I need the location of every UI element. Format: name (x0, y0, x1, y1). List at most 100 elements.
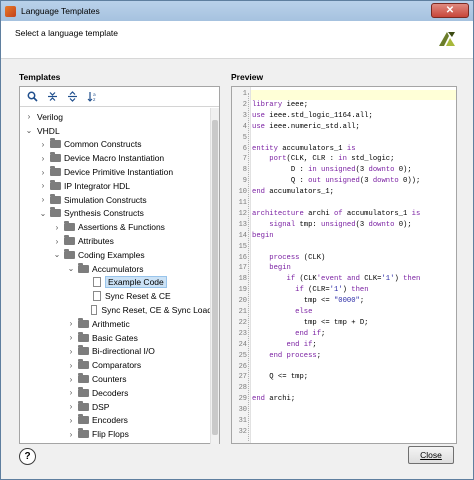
tree-item-label: Coding Examples (78, 249, 145, 260)
folder-icon (64, 221, 75, 232)
chevron-down-icon[interactable]: ⌄ (66, 264, 76, 273)
tree-item-label: Sync Reset, CE & Sync Load (101, 305, 212, 316)
code-string: '1' (329, 286, 343, 295)
tree-item[interactable]: ⌄ Coding Examples (20, 248, 212, 262)
code-line: else (252, 308, 312, 318)
code-keyword: process (269, 253, 300, 262)
line-number: 23 (238, 329, 247, 338)
chevron-right-icon[interactable]: › (52, 237, 62, 246)
tree-item-label: Counters (92, 374, 127, 385)
code-keyword: if (286, 275, 296, 284)
window-close-button[interactable]: ✕ (431, 3, 469, 18)
tree-item[interactable]: › Counters (20, 372, 212, 386)
chevron-right-icon[interactable]: › (66, 333, 76, 342)
chevron-right-icon[interactable]: › (38, 195, 48, 204)
tree-item[interactable]: › DSP (20, 400, 212, 414)
tree-item[interactable]: ⌄ Accumulators (20, 262, 212, 276)
line-number: 26 (238, 362, 247, 371)
tree-item[interactable]: ⌄ VHDL (20, 124, 212, 138)
folder-icon (78, 373, 89, 384)
line-number: 19 (238, 286, 247, 295)
code-line: process (CLK) (252, 254, 325, 264)
tree-item[interactable]: › Attributes (20, 234, 212, 248)
templates-scrollbar[interactable] (210, 108, 219, 444)
templates-tree[interactable]: › Verilog ⌄ VHDL › Common Constructs › Device M… (20, 108, 212, 444)
tree-item[interactable]: › Device Macro Instantiation (20, 151, 212, 165)
language-templates-dialog: Language Templates ✕ Select a language t… (0, 0, 474, 480)
code-line: Q : out unsigned(3 downto 0)); (252, 177, 420, 187)
code-text: (CLR= (303, 286, 330, 295)
tree-item[interactable]: › Simulation Constructs (20, 193, 212, 207)
chevron-right-icon[interactable]: › (38, 168, 48, 177)
code-text: 0)); (398, 177, 421, 186)
folder-icon (64, 235, 75, 246)
chevron-right-icon[interactable]: › (66, 347, 76, 356)
chevron-right-icon[interactable]: › (38, 154, 48, 163)
tree-item[interactable]: › IP Integrator HDL (20, 179, 212, 193)
tree-item[interactable]: Example Code (20, 276, 212, 290)
tree-item-label: Basic Gates (92, 332, 138, 343)
scrollbar-thumb[interactable] (212, 120, 218, 435)
line-number: 17 (238, 264, 247, 273)
chevron-right-icon[interactable]: › (66, 375, 76, 384)
tree-item[interactable]: ⌄ Synthesis Constructs (20, 207, 212, 221)
tree-item-label: Decoders (92, 387, 129, 398)
tree-item[interactable]: › Verilog (20, 110, 212, 124)
chevron-down-icon[interactable]: ⌄ (38, 209, 48, 218)
folder-icon (78, 386, 89, 397)
chevron-right-icon[interactable]: › (66, 402, 76, 411)
code-keyword: end if (286, 340, 313, 349)
code-text: ; (316, 351, 322, 360)
line-number: 32 (238, 427, 247, 436)
line-number: 2 (242, 100, 247, 109)
chevron-right-icon[interactable]: › (24, 112, 34, 121)
help-button[interactable]: ? (19, 448, 36, 465)
code-text: ; (321, 329, 326, 338)
collapse-all-icon[interactable] (44, 89, 61, 104)
tree-item-label: IP Integrator HDL (64, 180, 130, 191)
preview-panel[interactable]: 1 2 library ieee; 3 use ieee.std_logic_1164.… (231, 86, 457, 444)
code-line: end archi; (252, 395, 295, 405)
tree-item[interactable]: › Comparators (20, 358, 212, 372)
code-text: (CLK) (299, 253, 326, 262)
tree-item[interactable]: Sync Reset & CE (20, 289, 212, 303)
code-text: ieee.numeric_std.all; (264, 122, 360, 131)
code-text: accumulators_1 (342, 209, 412, 218)
code-line: tmp <= tmp + D; (252, 319, 369, 329)
chevron-right-icon[interactable]: › (66, 361, 76, 370)
code-text: ; (359, 297, 365, 306)
tree-item[interactable]: › Bi-directional I/O (20, 345, 212, 359)
search-icon[interactable] (24, 89, 41, 104)
templates-label: Templates (19, 72, 61, 82)
tree-item[interactable]: › Decoders (20, 386, 212, 400)
tree-item-label: Device Macro Instantiation (64, 153, 165, 164)
chevron-right-icon[interactable]: › (66, 430, 76, 439)
code-keyword: begin (252, 231, 274, 240)
app-icon (5, 5, 16, 17)
chevron-down-icon[interactable]: ⌄ (24, 126, 34, 135)
title-bar[interactable]: Language Templates ✕ (1, 1, 473, 21)
chevron-right-icon[interactable]: › (66, 416, 76, 425)
code-keyword: unsigned (321, 166, 356, 175)
chevron-right-icon[interactable]: › (66, 388, 76, 397)
code-text: archi; (264, 395, 296, 404)
chevron-down-icon[interactable]: ⌄ (52, 250, 62, 259)
tree-item[interactable]: › Basic Gates (20, 331, 212, 345)
tree-item[interactable]: › Arithmetic (20, 317, 212, 331)
sort-icon[interactable]: az (84, 89, 101, 104)
tree-item[interactable]: › Encoders (20, 414, 212, 428)
tree-item[interactable]: › Assertions & Functions (20, 220, 212, 234)
tree-item[interactable]: › Common Constructs (20, 138, 212, 152)
chevron-right-icon[interactable]: › (66, 319, 76, 328)
chevron-right-icon[interactable]: › (38, 181, 48, 190)
close-button[interactable]: Close (408, 446, 454, 464)
expand-all-icon[interactable] (64, 89, 81, 104)
chevron-right-icon[interactable]: › (38, 140, 48, 149)
chevron-right-icon[interactable]: › (52, 223, 62, 232)
tree-item[interactable]: › Device Primitive Instantiation (20, 165, 212, 179)
tree-item[interactable]: › Flip Flops (20, 427, 212, 441)
tree-item[interactable]: Sync Reset, CE & Sync Load (20, 303, 212, 317)
